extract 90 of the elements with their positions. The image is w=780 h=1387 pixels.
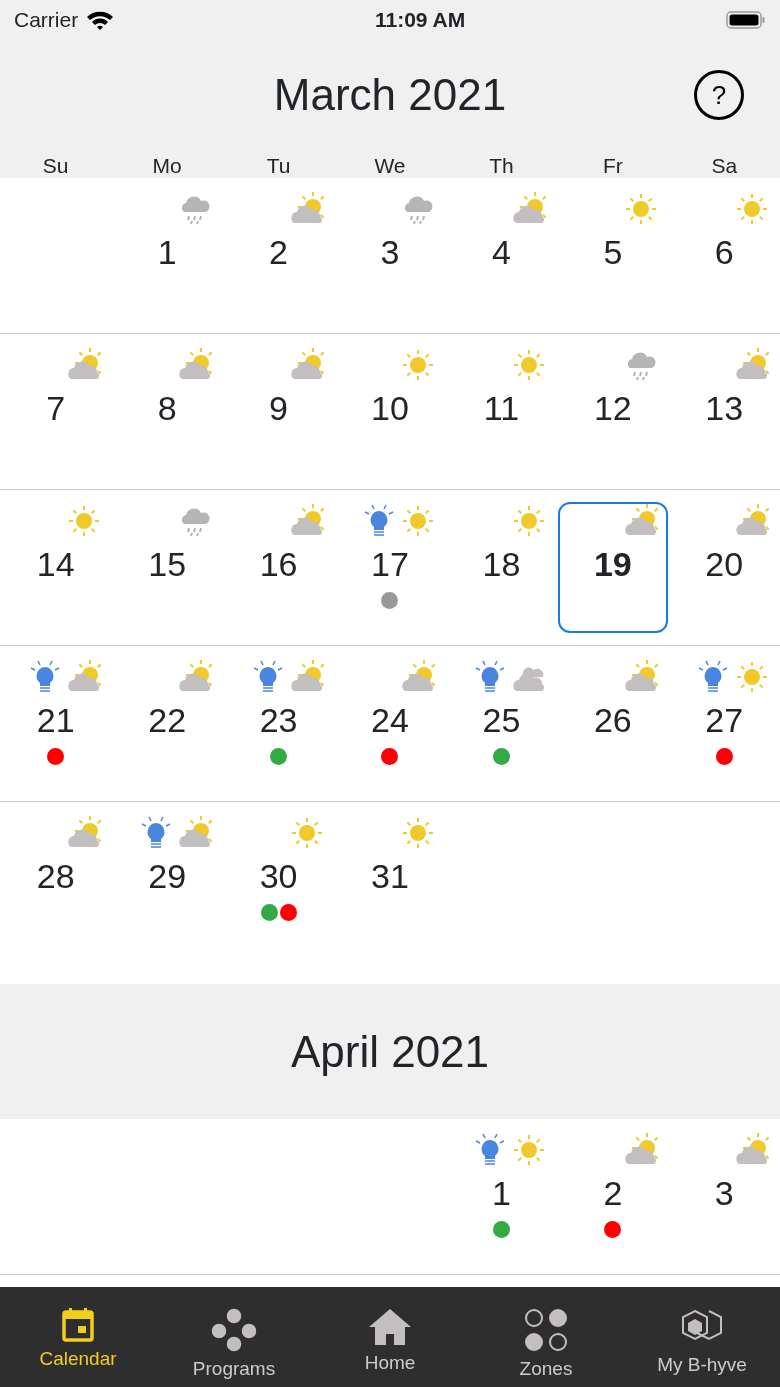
day-number: 6 [714,232,734,272]
day-cell[interactable]: 13 [668,334,780,489]
house-icon [367,1307,413,1347]
tab-button[interactable]: Zones [468,1287,624,1387]
day-number: 14 [36,544,75,584]
day-cell[interactable]: 15 [111,490,223,645]
day-number: 1 [491,1173,511,1213]
day-number: 3 [714,1173,734,1213]
carrier-name: Carrier [14,7,79,34]
day-cell[interactable]: 28 [0,802,112,984]
day-cell[interactable]: 18 [445,490,558,645]
day-cell[interactable]: 4 [445,178,558,333]
month-title: April 2021 [290,1025,490,1078]
day-cell[interactable]: 23 [222,646,335,801]
day-number: 17 [371,544,409,584]
weekday-label: We [373,153,407,179]
day-number: 2 [269,232,288,272]
day-number: 20 [705,544,744,584]
tab-button[interactable]: Programs [156,1287,312,1387]
weekday-label: Fr [601,153,624,179]
day-number: 3 [380,232,400,272]
day-number: 4 [491,232,511,272]
day-number: 23 [259,700,298,740]
day-cell[interactable]: 26 [557,646,669,801]
day-cell[interactable]: 11 [445,334,558,489]
tab-button[interactable]: Calendar [0,1287,156,1387]
day-cell[interactable]: 8 [111,334,223,489]
day-number: 13 [705,388,744,428]
day-number: 16 [259,544,298,584]
day-cell[interactable]: 1 [111,178,223,333]
weekday-label: Mo [151,153,183,179]
day-number: 27 [705,700,744,740]
day-number: 21 [36,700,75,740]
tab-button[interactable]: My B-hyve [624,1287,780,1387]
weekday-label: Su [41,153,70,179]
day-number: 1 [157,232,177,272]
day-number: 18 [482,544,521,584]
weekday-label: Th [488,153,515,179]
day-number: 11 [483,388,520,428]
day-cell[interactable]: 1 [445,1119,558,1274]
tab-button[interactable]: Home [312,1287,468,1387]
day-number: 12 [593,388,632,428]
weekday-label: Sa [710,153,739,179]
day-cell[interactable]: 14 [0,490,112,645]
weekday-label: Tu [265,153,292,179]
day-cell[interactable]: 19 [558,502,668,633]
day-cell[interactable]: 3 [668,1119,780,1274]
day-number: 8 [157,388,177,428]
day-number: 24 [371,700,409,740]
day-cell[interactable]: 2 [222,178,335,333]
day-cell[interactable]: 24 [334,646,446,801]
day-cell[interactable]: 10 [334,334,446,489]
day-cell[interactable]: 17 [334,490,446,645]
day-number: 19 [593,544,632,584]
wifi-icon [86,10,115,30]
day-number: 25 [482,700,521,740]
day-cell[interactable]: 16 [222,490,335,645]
day-number: 2 [603,1173,623,1213]
day-number: 26 [593,700,632,740]
day-number: 7 [46,388,66,428]
day-cell[interactable]: 7 [0,334,112,489]
calendar-icon [61,1307,95,1343]
day-cell[interactable]: 27 [668,646,780,801]
clock: 11:09 AM [374,7,466,34]
day-number: 30 [259,856,298,896]
day-number: 9 [269,388,288,428]
day-number: 29 [148,856,187,896]
day-cell[interactable]: 29 [111,802,223,984]
day-number: 31 [371,856,409,896]
day-cell[interactable]: 12 [557,334,669,489]
day-number: 28 [36,856,75,896]
day-number: 15 [148,544,187,584]
day-cell[interactable]: 31 [334,802,446,984]
four-circles-icon [523,1307,569,1353]
day-cell[interactable]: 25 [445,646,558,801]
day-number: 5 [603,232,623,272]
day-cell[interactable]: 3 [334,178,446,333]
day-cell[interactable]: 30 [222,802,335,984]
day-cell[interactable]: 2 [557,1119,669,1274]
day-cell[interactable]: 22 [111,646,223,801]
day-cell[interactable]: 20 [668,490,780,645]
day-cell[interactable]: 21 [0,646,112,801]
day-cell[interactable]: 9 [222,334,335,489]
day-number: 22 [148,700,187,740]
help-button[interactable]: ? [694,70,744,120]
battery-icon [726,10,766,30]
day-cell[interactable]: 5 [557,178,669,333]
day-cell[interactable]: 6 [668,178,780,333]
day-number: 10 [371,388,409,428]
month-title: March 2021 [273,69,507,121]
